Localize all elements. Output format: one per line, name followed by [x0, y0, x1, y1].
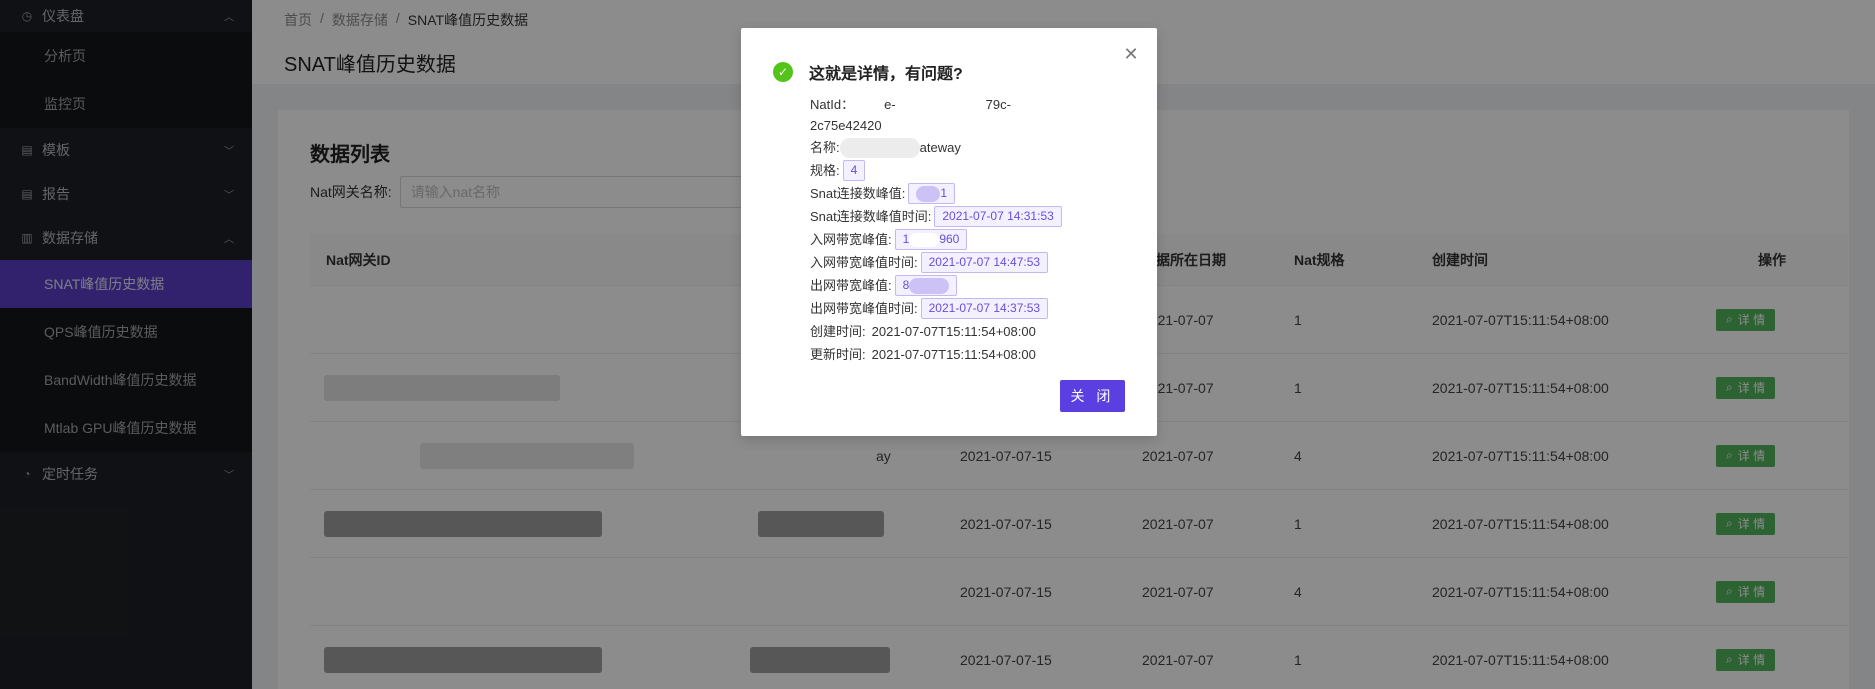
- snat-peak-row: Snat连接数峰值: 1: [810, 182, 1140, 205]
- modal-footer: 关 闭: [1060, 380, 1125, 412]
- created-label: 创建时间:: [810, 324, 866, 339]
- redacted-value: [916, 185, 941, 202]
- modal-body: NatId： e- 79c- 2c75e42420 名称: ateway 规格:…: [810, 94, 1140, 366]
- in-peak-label: 入网带宽峰值:: [810, 232, 892, 247]
- natid-row-2: 2c75e42420: [810, 115, 1140, 136]
- in-peak-value: 1: [902, 232, 910, 246]
- snat-peak-value: 1: [940, 186, 948, 200]
- out-peak-time-row: 出网带宽峰值时间: 2021-07-07 14:37:53: [810, 297, 1140, 320]
- modal-header: ✓ 这就是详情，有问题?: [773, 60, 963, 84]
- redacted-natid: [895, 97, 986, 112]
- updated-row: 更新时间: 2021-07-07T15:11:54+08:00: [810, 343, 1140, 366]
- name-value: ateway: [919, 140, 961, 155]
- snat-peak-time-label: Snat连接数峰值时间:: [810, 209, 932, 224]
- snat-peak-tag: 1: [908, 183, 956, 204]
- in-peak-time-row: 入网带宽峰值时间: 2021-07-07 14:47:53: [810, 251, 1140, 274]
- updated-label: 更新时间:: [810, 347, 866, 362]
- spec-row: 规格: 4: [810, 159, 1140, 182]
- close-icon[interactable]: ✕: [1123, 45, 1139, 63]
- spec-label: 规格:: [810, 163, 840, 178]
- redacted-value: [909, 232, 940, 247]
- out-peak-time-label: 出网带宽峰值时间:: [810, 301, 918, 316]
- name-label: 名称:: [810, 140, 840, 155]
- snat-peak-time-tag: 2021-07-07 14:31:53: [934, 206, 1062, 227]
- natid-line2: 2c75e42420: [810, 118, 882, 133]
- in-peak-time-label: 入网带宽峰值时间:: [810, 255, 918, 270]
- natid-label: NatId：: [810, 97, 855, 112]
- redacted-value: [909, 277, 950, 294]
- out-peak-row: 出网带宽峰值: 8: [810, 274, 1140, 297]
- out-peak-tag: 8: [894, 275, 958, 296]
- out-peak-value: 8: [902, 278, 910, 292]
- natid-row: NatId： e- 79c-: [810, 94, 1140, 115]
- created-row: 创建时间: 2021-07-07T15:11:54+08:00: [810, 320, 1140, 343]
- in-peak-tag: 1 960: [894, 229, 968, 250]
- updated-value: 2021-07-07T15:11:54+08:00: [871, 347, 1036, 362]
- in-peak-value-2: 960: [939, 232, 960, 246]
- natid-part1: e-: [884, 97, 896, 112]
- out-peak-time-tag: 2021-07-07 14:37:53: [920, 298, 1049, 319]
- created-value: 2021-07-07T15:11:54+08:00: [871, 324, 1036, 339]
- snat-peak-label: Snat连接数峰值:: [810, 186, 906, 201]
- close-button[interactable]: 关 闭: [1060, 380, 1125, 412]
- redacted-natid: [854, 97, 885, 112]
- snat-peak-time-row: Snat连接数峰值时间: 2021-07-07 14:31:53: [810, 205, 1140, 228]
- check-circle-icon: ✓: [773, 62, 793, 82]
- spec-tag: 4: [842, 160, 866, 181]
- in-peak-row: 入网带宽峰值: 1 960: [810, 228, 1140, 251]
- out-peak-label: 出网带宽峰值:: [810, 278, 892, 293]
- natid-part2: 79c-: [985, 97, 1011, 112]
- modal-title: 这就是详情，有问题?: [809, 66, 963, 83]
- detail-modal: ✕ ✓ 这就是详情，有问题? NatId： e- 79c- 2c75e42420…: [741, 28, 1157, 436]
- redacted-name: [839, 137, 920, 158]
- name-row: 名称: ateway: [810, 136, 1140, 159]
- in-peak-time-tag: 2021-07-07 14:47:53: [920, 252, 1049, 273]
